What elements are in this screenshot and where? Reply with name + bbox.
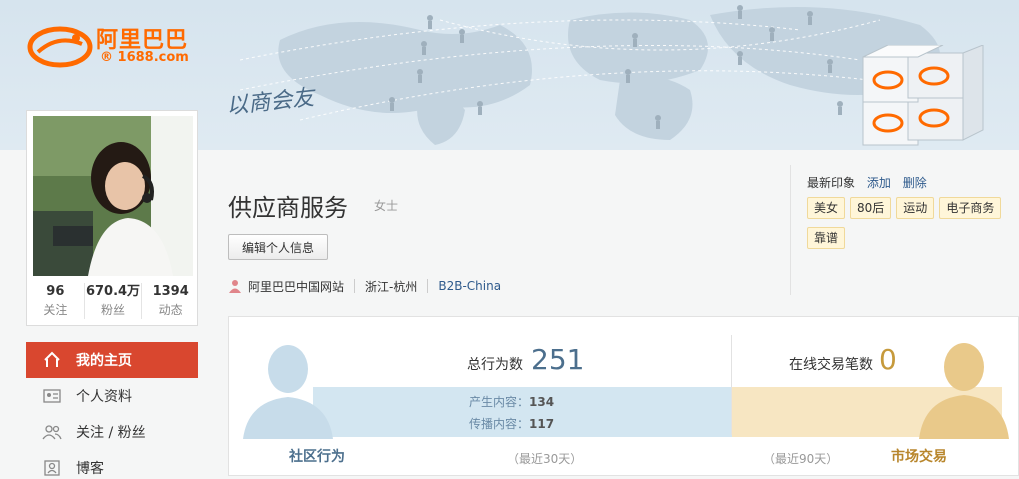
trade-caption: 市场交易 [891, 449, 947, 465]
delete-impression-link[interactable]: 删除 [903, 176, 927, 190]
impression-tag[interactable]: 美女 [807, 197, 846, 219]
trade-count-value[interactable]: 0 [879, 343, 897, 376]
profile-card-icon [42, 386, 62, 406]
gender-label: 女士 [374, 199, 399, 213]
impression-tag[interactable]: 80后 [850, 197, 892, 219]
sidebar-item-follow[interactable]: 关注 / 粉丝 [26, 414, 198, 450]
avatar[interactable] [33, 116, 193, 276]
stat-activity[interactable]: 1394 动态 [142, 283, 199, 319]
produced-content: 产生内容：134 [469, 395, 555, 409]
location-label: 浙江-杭州 [365, 279, 418, 294]
page-title: 供应商服务 [228, 194, 348, 222]
impressions-heading: 最新印象 [807, 176, 856, 190]
impressions-panel: 最新印象 添加 删除 美女 80后 运动 电子商务 靠谱 [790, 165, 1019, 295]
trade-person-icon [919, 343, 1009, 439]
users-icon [42, 422, 62, 442]
activity-panel: 总行为数 251 产生内容：134 传播内容：117 在线交易笔数 0 社区行为… [228, 316, 1019, 476]
community-period: （最近30天） [507, 452, 583, 466]
impression-tags: 美女 80后 运动 电子商务 靠谱 [807, 197, 1007, 257]
stat-following[interactable]: 96 关注 [27, 283, 85, 319]
blog-icon [42, 458, 62, 478]
trade-period: （最近90天） [763, 452, 839, 466]
site-type-link[interactable]: B2B-China [438, 279, 501, 293]
brand-domain: ® 1688.com [100, 50, 189, 65]
community-person-icon [243, 345, 333, 439]
home-icon [42, 350, 62, 370]
profile-info-row: 阿里巴巴中国网站 浙江-杭州 B2B-China [228, 277, 501, 295]
site-label: 阿里巴巴中国网站 [248, 279, 345, 294]
impression-tag[interactable]: 运动 [896, 197, 935, 219]
online-trade-count: 在线交易笔数 0 [789, 343, 897, 376]
alibaba-boxes-illustration [862, 45, 984, 146]
sidebar-item-profile[interactable]: 个人资料 [26, 378, 198, 414]
impression-tag[interactable]: 靠谱 [807, 227, 846, 249]
profile-card: 96 关注 670.4万 粉丝 1394 动态 [26, 110, 198, 326]
total-actions-value[interactable]: 251 [531, 343, 584, 376]
community-caption: 社区行为 [289, 449, 345, 465]
person-icon [228, 279, 242, 293]
spread-content: 传播内容：117 [469, 417, 555, 431]
stat-followers[interactable]: 670.4万 粉丝 [85, 283, 143, 319]
sidebar-item-blog[interactable]: 博客 [26, 450, 198, 479]
edit-profile-button[interactable]: 编辑个人信息 [228, 234, 328, 260]
profile-stats: 96 关注 670.4万 粉丝 1394 动态 [27, 283, 199, 319]
sidebar-item-home[interactable]: 我的主页 [26, 342, 198, 378]
sidebar-nav: 我的主页 个人资料 关注 / 粉丝 博客 [26, 342, 198, 479]
total-actions: 总行为数 251 [467, 343, 585, 376]
impression-tag[interactable]: 电子商务 [939, 197, 1002, 219]
add-impression-link[interactable]: 添加 [867, 176, 891, 190]
